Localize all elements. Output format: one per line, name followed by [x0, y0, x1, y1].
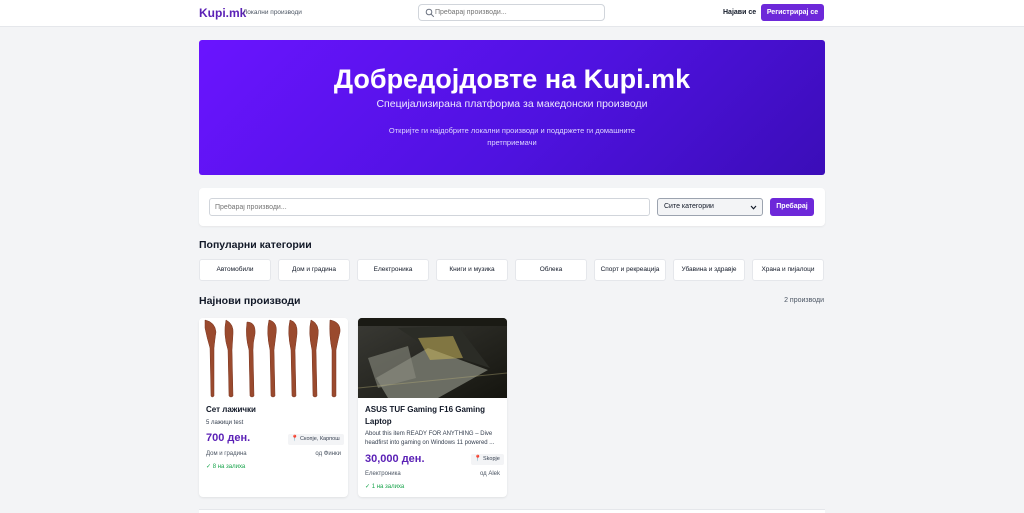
product-location-badge: 📍 Скопје, Карпош [288, 434, 344, 445]
product-description: About this item READY FOR ANYTHING – Div… [365, 431, 495, 446]
category-item[interactable]: Спорт и рекреација [594, 259, 666, 281]
product-description: 5 лажици test [206, 420, 244, 426]
next-section-edge [199, 509, 825, 513]
product-price: 700 ден. [206, 432, 251, 444]
product-count: 2 производи [784, 297, 824, 304]
category-item[interactable]: Убавина и здравје [673, 259, 745, 281]
product-card[interactable]: ASUS TUF Gaming F16 Gaming Laptop About … [358, 318, 507, 497]
product-price: 30,000 ден. [365, 453, 425, 465]
login-link[interactable]: Најави се [723, 9, 756, 16]
hero-subtitle: Специјализирана платформа за македонски … [376, 98, 648, 110]
product-category: Дом и градина [206, 451, 247, 457]
search-button[interactable]: Пребарај [770, 198, 814, 216]
category-item[interactable]: Книги и музика [436, 259, 508, 281]
hero-banner: Добредојдовте на Kupi.mk Специјализирана… [199, 40, 825, 175]
category-select-value: Сите категории [664, 203, 714, 210]
product-seller: од Финки [315, 451, 341, 457]
search-panel: Сите категории Пребарај [199, 188, 825, 226]
category-item[interactable]: Автомобили [199, 259, 271, 281]
map-pin-icon: 📍 [291, 436, 299, 442]
logo[interactable]: Kupi.mk [199, 6, 246, 20]
product-seller: од Alek [479, 471, 500, 477]
product-search-input[interactable] [209, 198, 650, 216]
category-item[interactable]: Дом и градина [278, 259, 350, 281]
hero-description: Откријте ги најдобрите локални производи… [388, 126, 636, 147]
category-item[interactable]: Храна и пијалоци [752, 259, 824, 281]
chevron-down-icon [750, 205, 757, 210]
category-item[interactable]: Облека [515, 259, 587, 281]
hero-title: Добредојдовте на Kupi.mk [333, 64, 691, 94]
categories-title: Популарни категории [199, 239, 312, 251]
product-location: Skopje [483, 456, 500, 462]
product-image[interactable] [199, 318, 348, 398]
header-search-box[interactable] [418, 4, 605, 21]
product-location-badge: 📍 Skopje [471, 454, 504, 465]
product-location: Скопје, Карпош [300, 436, 340, 442]
latest-products-title: Најнови производи [199, 295, 301, 307]
top-navbar: Kupi.mk Локални производи Најави се Реги… [0, 0, 1024, 27]
category-select[interactable]: Сите категории [657, 198, 763, 216]
category-list: Автомобили Дом и градина Електроника Кни… [199, 259, 825, 281]
register-button[interactable]: Регистрирај се [761, 4, 824, 21]
product-card[interactable]: Сет лажички 5 лажици test 700 ден. 📍 Ско… [199, 318, 348, 497]
product-title[interactable]: ASUS TUF Gaming F16 Gaming Laptop [365, 404, 501, 428]
product-stock: ✓ 1 на залиха [365, 484, 405, 490]
category-item[interactable]: Електроника [357, 259, 429, 281]
map-pin-icon: 📍 [474, 456, 482, 462]
product-title[interactable]: Сет лажички [206, 404, 342, 416]
tagline: Локални производи [243, 9, 302, 16]
product-image[interactable] [358, 318, 507, 398]
product-category: Електроника [365, 471, 401, 477]
search-icon [425, 8, 435, 18]
product-stock: ✓ 8 на залиха [206, 464, 246, 470]
header-search-input[interactable] [435, 6, 601, 19]
